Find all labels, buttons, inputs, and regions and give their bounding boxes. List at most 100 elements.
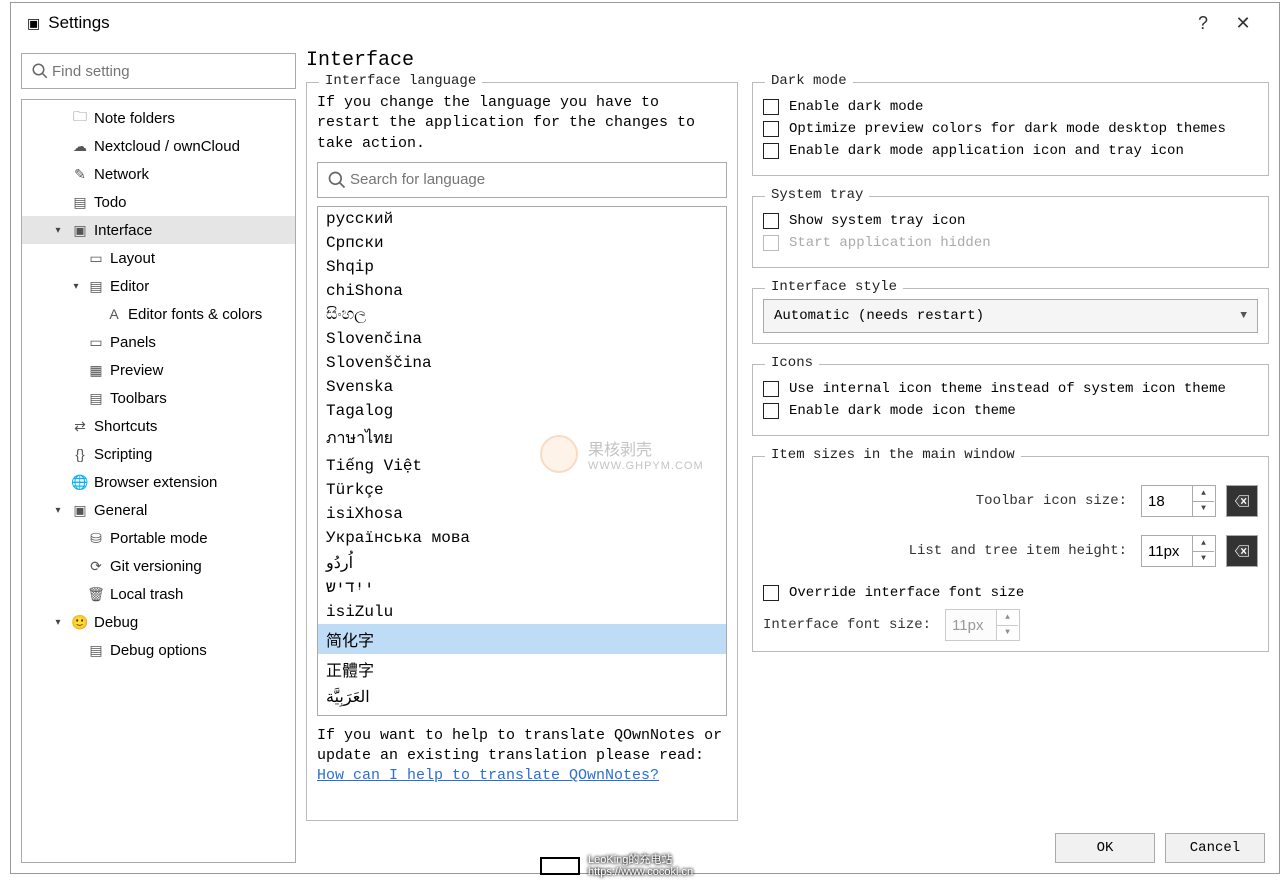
dark-mode-title: Dark mode — [765, 73, 853, 89]
language-option[interactable]: Српски — [318, 231, 726, 255]
sidebar-item-label: Debug options — [106, 642, 207, 659]
sidebar-item-debug-options[interactable]: ▤Debug options — [22, 636, 295, 664]
sidebar-item-panels[interactable]: ▭Panels — [22, 328, 295, 356]
ok-button[interactable]: OK — [1055, 833, 1155, 863]
toolbar-size-reset-button[interactable] — [1226, 485, 1258, 517]
language-option[interactable]: isiZulu — [318, 600, 726, 624]
language-option[interactable]: Tagalog — [318, 399, 726, 423]
sidebar-item-note-folders[interactable]: 🗀Note folders — [22, 104, 295, 132]
language-restart-note: If you change the language you have to r… — [317, 93, 727, 154]
sidebar-item-network[interactable]: ✎Network — [22, 160, 295, 188]
language-search-input[interactable] — [350, 171, 720, 188]
language-option[interactable]: Slovenščina — [318, 351, 726, 375]
sidebar-item-label: Nextcloud / ownCloud — [90, 138, 240, 155]
toolbar-size-spinner[interactable]: ▲▼ — [1141, 485, 1216, 517]
window-icon: ▣ — [27, 15, 40, 32]
sidebar-item-browser-extension[interactable]: 🌐Browser extension — [22, 468, 295, 496]
toolbar-size-input[interactable] — [1142, 486, 1192, 516]
language-option[interactable]: chiShona — [318, 279, 726, 303]
language-option[interactable]: Tiếng Việt — [318, 454, 726, 478]
sidebar-item-editor-fonts-colors[interactable]: AEditor fonts & colors — [22, 300, 295, 328]
sidebar-item-debug[interactable]: ▾🙂Debug — [22, 608, 295, 636]
spinner-up-icon[interactable]: ▲ — [1193, 536, 1214, 552]
override-font-size-checkbox[interactable]: Override interface font size — [763, 585, 1258, 601]
language-search[interactable] — [317, 162, 727, 198]
trash-icon: 🗑 — [86, 586, 106, 603]
language-option[interactable]: русский — [318, 207, 726, 231]
language-option[interactable]: Türkçe — [318, 478, 726, 502]
sidebar-item-editor[interactable]: ▾▤Editor — [22, 272, 295, 300]
settings-tree[interactable]: 🗀Note folders☁Nextcloud / ownCloud✎Netwo… — [21, 99, 296, 863]
sidebar-item-label: Portable mode — [106, 530, 208, 547]
sidebar-item-shortcuts[interactable]: ⇄Shortcuts — [22, 412, 295, 440]
main-area: 🗀Note folders☁Nextcloud / ownCloud✎Netwo… — [11, 43, 1279, 873]
toolbar-size-label: Toolbar icon size: — [763, 493, 1131, 509]
internal-icon-theme-checkbox[interactable]: Use internal icon theme instead of syste… — [763, 381, 1258, 397]
sidebar-item-general[interactable]: ▾▣General — [22, 496, 295, 524]
cancel-button[interactable]: Cancel — [1165, 833, 1265, 863]
optimize-preview-checkbox[interactable]: Optimize preview colors for dark mode de… — [763, 121, 1258, 137]
language-option[interactable]: العَرَبِيَّة — [318, 684, 726, 710]
list-height-reset-button[interactable] — [1226, 535, 1258, 567]
language-option[interactable]: Українська мова — [318, 526, 726, 550]
find-setting-search[interactable] — [21, 53, 296, 89]
language-option[interactable]: Svenska — [318, 375, 726, 399]
expand-arrow-icon[interactable]: ▾ — [50, 505, 66, 516]
sidebar-item-label: General — [90, 502, 147, 519]
expand-arrow-icon[interactable]: ▾ — [50, 617, 66, 628]
shortcuts-icon: ⇄ — [70, 418, 90, 435]
content: Interface Interface language If you chan… — [306, 43, 1269, 863]
sidebar-item-git-versioning[interactable]: ⟳Git versioning — [22, 552, 295, 580]
interface-style-select[interactable]: Automatic (needs restart) ▼ — [763, 299, 1258, 333]
sidebar-item-interface[interactable]: ▾▣Interface — [22, 216, 295, 244]
system-tray-title: System tray — [765, 187, 869, 203]
dark-tray-icon-checkbox[interactable]: Enable dark mode application icon and tr… — [763, 143, 1258, 159]
sidebar-item-label: Todo — [90, 194, 127, 211]
language-option[interactable]: Slovenčina — [318, 327, 726, 351]
sidebar-item-todo[interactable]: ▤Todo — [22, 188, 295, 216]
help-button[interactable]: ? — [1183, 13, 1223, 34]
language-list[interactable]: русскийСрпскиShqipchiShonaසිංහලSlovenčin… — [318, 207, 726, 715]
layout-icon: ▭ — [86, 250, 106, 267]
browser-icon: 🌐 — [70, 474, 90, 491]
spinner-up-icon[interactable]: ▲ — [1193, 486, 1214, 502]
expand-arrow-icon[interactable]: ▾ — [50, 225, 66, 236]
sidebar-item-portable-mode[interactable]: ⛁Portable mode — [22, 524, 295, 552]
icons-group: Icons Use internal icon theme instead of… — [752, 364, 1269, 436]
dark-icon-theme-checkbox[interactable]: Enable dark mode icon theme — [763, 403, 1258, 419]
language-option[interactable]: 正體字 — [318, 654, 726, 684]
icons-title: Icons — [765, 355, 819, 371]
language-option[interactable]: isiXhosa — [318, 502, 726, 526]
editor-icon: ▤ — [86, 278, 106, 295]
spinner-down-icon[interactable]: ▼ — [1193, 552, 1214, 567]
translate-help-link[interactable]: How can I help to translate QOwnNotes? — [317, 767, 659, 784]
close-button[interactable]: ✕ — [1223, 13, 1263, 34]
sidebar-item-label: Network — [90, 166, 149, 183]
sidebar-item-label: Note folders — [90, 110, 175, 127]
sidebar-item-toolbars[interactable]: ▤Toolbars — [22, 384, 295, 412]
list-height-spinner[interactable]: ▲▼ — [1141, 535, 1216, 567]
language-option[interactable]: ייִדיש — [318, 576, 726, 600]
spinner-down-icon[interactable]: ▼ — [1193, 502, 1214, 517]
expand-arrow-icon[interactable]: ▾ — [68, 281, 84, 292]
interface-style-group: Interface style Automatic (needs restart… — [752, 288, 1269, 344]
list-height-input[interactable] — [1142, 536, 1192, 566]
page-title: Interface — [306, 43, 1269, 74]
font-size-label: Interface font size: — [763, 617, 935, 633]
language-option[interactable]: සිංහල — [318, 303, 726, 327]
language-option[interactable]: ภาษาไทย — [318, 423, 726, 454]
cloud-icon: ☁ — [70, 138, 90, 155]
sidebar-item-nextcloud-owncloud[interactable]: ☁Nextcloud / ownCloud — [22, 132, 295, 160]
sidebar-item-scripting[interactable]: {}Scripting — [22, 440, 295, 468]
language-option[interactable]: اُردُو — [318, 550, 726, 576]
sidebar-item-layout[interactable]: ▭Layout — [22, 244, 295, 272]
sidebar-item-local-trash[interactable]: 🗑Local trash — [22, 580, 295, 608]
find-setting-input[interactable] — [52, 63, 289, 80]
sidebar-item-label: Scripting — [90, 446, 152, 463]
language-option[interactable]: Shqip — [318, 255, 726, 279]
sidebar-item-preview[interactable]: ▦Preview — [22, 356, 295, 384]
show-tray-icon-checkbox[interactable]: Show system tray icon — [763, 213, 1258, 229]
interface-icon: ▣ — [70, 222, 90, 239]
enable-dark-mode-checkbox[interactable]: Enable dark mode — [763, 99, 1258, 115]
language-option[interactable]: 简化字 — [318, 624, 726, 654]
